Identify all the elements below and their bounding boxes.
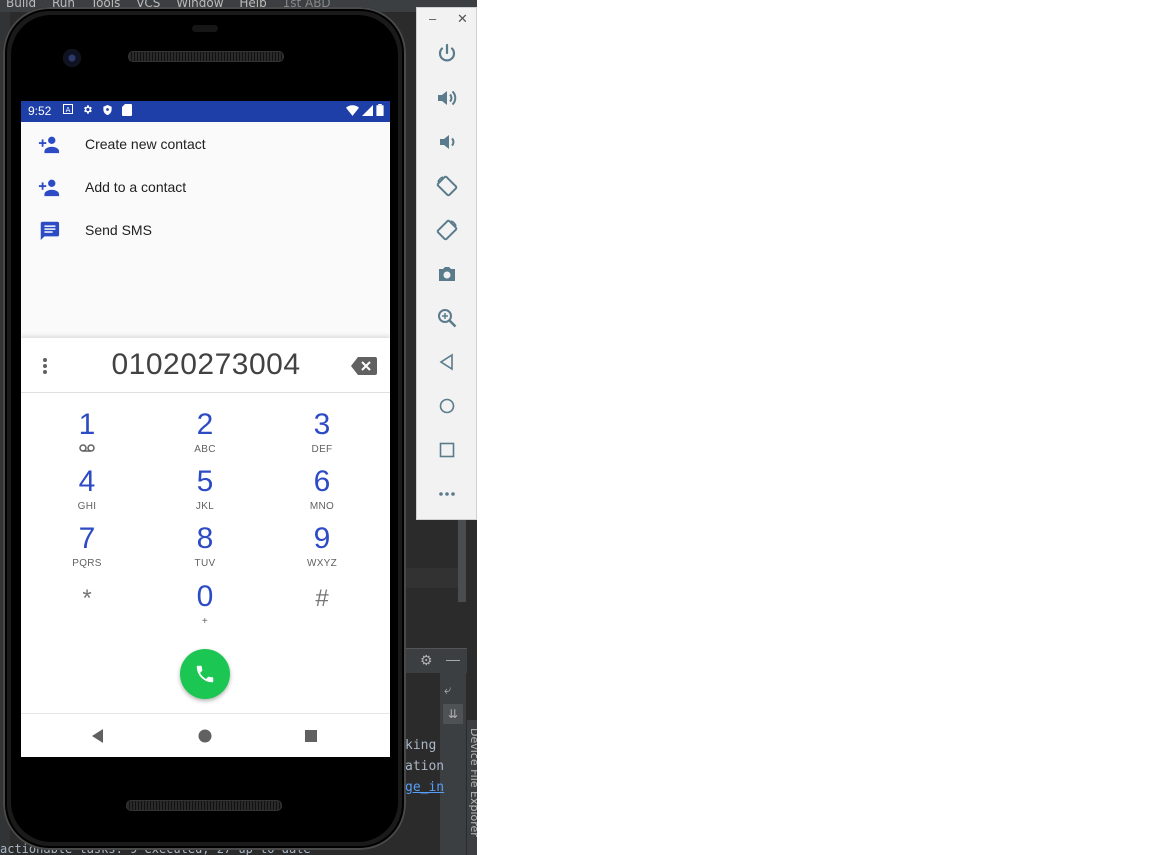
- sd-card-icon: [122, 104, 132, 116]
- shield-icon: [103, 104, 112, 116]
- overview-icon[interactable]: [435, 438, 459, 462]
- phone-icon: [196, 665, 214, 683]
- status-time: 9:52: [28, 104, 52, 118]
- dialer-suggestions-list: Create new contact Add to a contact Send…: [21, 122, 390, 251]
- bottom-speaker: [126, 800, 282, 811]
- top-speaker: [128, 51, 284, 62]
- home-icon[interactable]: [435, 394, 459, 418]
- status-right-icons: [345, 104, 384, 119]
- key-digit: 8: [196, 522, 214, 555]
- nav-back-icon[interactable]: [90, 728, 106, 744]
- add-person-icon: [38, 136, 60, 153]
- svg-text:A: A: [66, 106, 71, 114]
- key-pound[interactable]: #: [272, 566, 372, 622]
- back-icon[interactable]: [435, 350, 459, 374]
- rotate-right-icon[interactable]: [435, 218, 459, 242]
- nav-recents-icon[interactable]: [303, 728, 319, 744]
- cell-signal-icon: [361, 105, 373, 116]
- emulator-minimize-icon[interactable]: –: [429, 11, 436, 26]
- settings-icon: [84, 105, 92, 114]
- key-digit: 0: [196, 580, 214, 613]
- create-new-contact-item[interactable]: Create new contact: [21, 122, 390, 165]
- soft-wrap-icon[interactable]: ⤶: [444, 682, 451, 698]
- key-0[interactable]: 0 +: [155, 566, 255, 627]
- key-digit: 4: [78, 465, 96, 498]
- menu-item-label: Send SMS: [85, 221, 152, 238]
- device-file-explorer-label: Device File Explorer: [468, 728, 477, 837]
- front-camera-icon: [63, 49, 81, 67]
- console-link[interactable]: ge_in: [405, 780, 445, 795]
- menu-item-label: Add to a contact: [85, 178, 187, 195]
- nav-home-icon[interactable]: [197, 728, 213, 744]
- rotate-left-icon[interactable]: [435, 174, 459, 198]
- key-8[interactable]: 8 TUV: [155, 508, 255, 569]
- key-digit: #: [315, 585, 329, 612]
- key-6[interactable]: 6 MNO: [272, 451, 372, 512]
- volume-up-icon[interactable]: [435, 86, 459, 110]
- backspace-icon[interactable]: [351, 357, 377, 375]
- power-icon[interactable]: [435, 42, 459, 66]
- phone-screen: 9:52 A Create new contact Add to a conta…: [21, 101, 390, 757]
- more-icon[interactable]: [435, 482, 459, 506]
- dialed-number[interactable]: 01020273004: [61, 348, 351, 382]
- notification-a-icon: A: [63, 104, 73, 114]
- ide-scrollbar[interactable]: [458, 520, 466, 602]
- key-2[interactable]: 2 ABC: [155, 394, 255, 455]
- number-display-row: 01020273004: [21, 338, 390, 393]
- ide-selected-row: [405, 568, 465, 588]
- key-digit: 7: [78, 522, 96, 555]
- emulator-toolbar: – ✕: [416, 7, 477, 520]
- add-to-contact-item[interactable]: Add to a contact: [21, 165, 390, 208]
- key-3[interactable]: 3 DEF: [272, 394, 372, 455]
- wifi-icon: [345, 105, 359, 116]
- key-digit: 1: [78, 408, 96, 441]
- menu-build[interactable]: Build: [6, 0, 36, 9]
- call-button[interactable]: [180, 649, 230, 699]
- status-bar: 9:52 A: [21, 101, 390, 122]
- message-icon: [40, 221, 60, 240]
- scroll-to-end-icon[interactable]: ⇊: [443, 704, 463, 724]
- key-1[interactable]: 1: [37, 394, 137, 452]
- key-star[interactable]: *: [37, 566, 137, 622]
- key-digit: 2: [196, 408, 214, 441]
- volume-down-icon[interactable]: [435, 130, 459, 154]
- key-9[interactable]: 9 WXYZ: [272, 508, 372, 569]
- key-letters: +: [201, 616, 209, 627]
- key-7[interactable]: 7 PQRS: [37, 508, 137, 569]
- earpiece: [192, 25, 218, 32]
- key-4[interactable]: 4 GHI: [37, 451, 137, 512]
- more-options-icon[interactable]: [39, 355, 51, 377]
- dialpad-panel: 01020273004 1 2 ABC 3 DEF 4 GHI 5 JKL 6 …: [21, 338, 390, 757]
- key-digit: *: [82, 585, 92, 612]
- battery-icon: [376, 104, 384, 116]
- screenshot-camera-icon[interactable]: [435, 262, 459, 286]
- emulator-close-icon[interactable]: ✕: [457, 11, 468, 27]
- console-line: ation: [405, 759, 445, 774]
- add-person-icon: [38, 179, 60, 196]
- menu-item-label: Create new contact: [85, 135, 206, 152]
- key-digit: 3: [313, 408, 331, 441]
- key-digit: 6: [313, 465, 331, 498]
- key-5[interactable]: 5 JKL: [155, 451, 255, 512]
- gear-icon[interactable]: ⚙: [420, 652, 433, 669]
- key-digit: 9: [313, 522, 331, 555]
- console-line: king: [405, 738, 437, 753]
- minimize-icon[interactable]: —: [446, 651, 460, 667]
- android-nav-bar: [21, 713, 390, 757]
- zoom-icon[interactable]: [435, 306, 459, 330]
- send-sms-item[interactable]: Send SMS: [21, 208, 390, 251]
- key-digit: 5: [196, 465, 214, 498]
